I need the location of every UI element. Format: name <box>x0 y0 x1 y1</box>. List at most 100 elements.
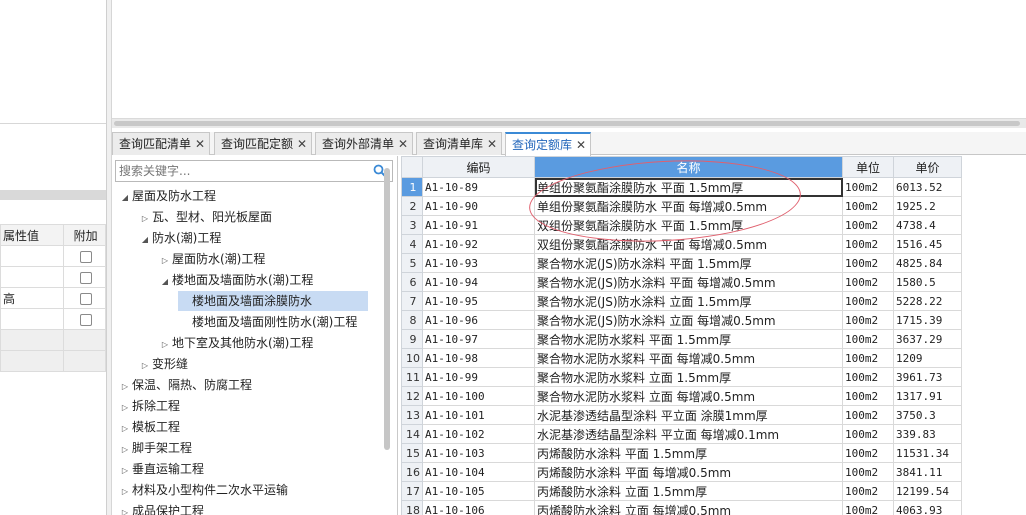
table-row[interactable]: 10 A1-10-98 聚合物水泥防水浆料 平面 每增减0.5mm 100m2 1209 <box>401 348 962 368</box>
unit-cell[interactable]: 100m2 <box>842 500 894 515</box>
scrollbar-thumb[interactable] <box>114 121 1020 126</box>
table-row[interactable]: 8 A1-10-96 聚合物水泥(JS)防水涂料 立面 每增减0.5mm 100m2 1… <box>401 310 962 330</box>
price-cell[interactable]: 5228.22 <box>893 291 962 311</box>
triangle-right-icon[interactable]: ▷ <box>158 251 172 271</box>
tree-node[interactable]: ▷ 地下室及其他防水(潮)工程 <box>158 333 313 353</box>
code-cell[interactable]: A1-10-92 <box>422 234 535 254</box>
tree-node[interactable]: 楼地面及墙面刚性防水(潮)工程 <box>178 312 357 332</box>
tab-2[interactable]: 查询匹配定额 ✕ <box>214 132 313 155</box>
horizontal-scrollbar[interactable] <box>112 118 1026 128</box>
name-cell[interactable]: 聚合物水泥(JS)防水涂料 平面 1.5mm厚 <box>534 253 843 273</box>
unit-cell[interactable]: 100m2 <box>842 405 894 425</box>
name-cell[interactable]: 聚合物水泥防水浆料 立面 每增减0.5mm <box>534 386 843 406</box>
tree-node[interactable]: ◢ 防水(潮)工程 <box>138 228 221 248</box>
price-cell[interactable]: 3637.29 <box>893 329 962 349</box>
price-cell[interactable]: 6013.52 <box>893 177 962 197</box>
triangle-down-icon[interactable]: ◢ <box>138 230 152 250</box>
row-number[interactable]: 15 <box>401 443 423 463</box>
triangle-right-icon[interactable]: ▷ <box>118 419 132 439</box>
code-cell[interactable]: A1-10-100 <box>422 386 535 406</box>
tree-node[interactable]: ▷ 瓦、型材、阳光板屋面 <box>138 207 272 227</box>
row-number[interactable]: 14 <box>401 424 423 444</box>
code-cell[interactable]: A1-10-89 <box>422 177 535 197</box>
name-cell[interactable]: 聚合物水泥(JS)防水涂料 平面 每增减0.5mm <box>534 272 843 292</box>
code-cell[interactable]: A1-10-95 <box>422 291 535 311</box>
tree-scrollbar[interactable] <box>384 168 390 450</box>
search-input[interactable] <box>116 161 366 181</box>
table-row[interactable]: 13 A1-10-101 水泥基渗透结晶型涂料 平立面 涂膜1mm厚 100m2 375… <box>401 405 962 425</box>
table-row[interactable]: 18 A1-10-106 丙烯酸防水涂料 立面 每增减0.5mm 100m2 4063.… <box>401 500 962 515</box>
table-row[interactable]: 7 A1-10-95 聚合物水泥(JS)防水涂料 立面 1.5mm厚 100m2 522… <box>401 291 962 311</box>
tree-node[interactable]: ▷ 屋面防水(潮)工程 <box>158 249 265 269</box>
code-cell[interactable]: A1-10-105 <box>422 481 535 501</box>
table-row[interactable]: 11 A1-10-99 聚合物水泥防水浆料 立面 1.5mm厚 100m2 3961.7… <box>401 367 962 387</box>
table-row[interactable]: 4 A1-10-92 双组份聚氨酯涂膜防水 平面 每增减0.5mm 100m2 1516… <box>401 234 962 254</box>
code-cell[interactable]: A1-10-104 <box>422 462 535 482</box>
extra-checkbox[interactable] <box>79 250 92 263</box>
row-number[interactable]: 10 <box>401 348 423 368</box>
unit-cell[interactable]: 100m2 <box>842 424 894 444</box>
row-number[interactable]: 5 <box>401 253 423 273</box>
code-cell[interactable]: A1-10-94 <box>422 272 535 292</box>
column-header-name[interactable]: 名称 <box>534 156 843 178</box>
unit-cell[interactable]: 100m2 <box>842 310 894 330</box>
close-icon[interactable]: ✕ <box>195 133 205 155</box>
price-cell[interactable]: 3750.3 <box>893 405 962 425</box>
property-value[interactable] <box>0 329 65 351</box>
table-row[interactable]: 15 A1-10-103 丙烯酸防水涂料 平面 1.5mm厚 100m2 11531.3… <box>401 443 962 463</box>
price-cell[interactable]: 1209 <box>893 348 962 368</box>
row-number[interactable]: 13 <box>401 405 423 425</box>
unit-cell[interactable]: 100m2 <box>842 367 894 387</box>
property-value[interactable] <box>0 245 65 267</box>
row-number[interactable]: 2 <box>401 196 423 216</box>
triangle-down-icon[interactable]: ◢ <box>158 272 172 292</box>
name-cell[interactable]: 聚合物水泥(JS)防水涂料 立面 1.5mm厚 <box>534 291 843 311</box>
row-number[interactable]: 4 <box>401 234 423 254</box>
property-value[interactable]: 高 <box>0 287 65 309</box>
row-number[interactable]: 1 <box>401 177 423 197</box>
tree-node[interactable]: ▷ 垂直运输工程 <box>118 459 204 479</box>
triangle-right-icon[interactable]: ▷ <box>138 209 152 229</box>
name-cell[interactable]: 水泥基渗透结晶型涂料 平立面 每增减0.1mm <box>534 424 843 444</box>
row-number[interactable]: 11 <box>401 367 423 387</box>
tab-3[interactable]: 查询外部清单 ✕ <box>315 132 414 155</box>
unit-cell[interactable]: 100m2 <box>842 272 894 292</box>
price-cell[interactable]: 3961.73 <box>893 367 962 387</box>
table-row[interactable]: 3 A1-10-91 双组份聚氨酯涂膜防水 平面 1.5mm厚 100m2 4738.4 <box>401 215 962 235</box>
name-cell[interactable]: 丙烯酸防水涂料 平面 每增减0.5mm <box>534 462 843 482</box>
column-header-code[interactable]: 编码 <box>422 156 535 178</box>
unit-cell[interactable]: 100m2 <box>842 177 894 197</box>
table-row[interactable]: 17 A1-10-105 丙烯酸防水涂料 立面 1.5mm厚 100m2 12199.5… <box>401 481 962 501</box>
tree-node[interactable]: 楼地面及墙面涂膜防水 <box>178 291 368 311</box>
table-row[interactable]: 6 A1-10-94 聚合物水泥(JS)防水涂料 平面 每增减0.5mm 100m2 1… <box>401 272 962 292</box>
table-row[interactable]: 1 A1-10-89 单组份聚氨酯涂膜防水 平面 1.5mm厚 100m2 6013.5… <box>401 177 962 197</box>
code-cell[interactable]: A1-10-99 <box>422 367 535 387</box>
triangle-right-icon[interactable]: ▷ <box>118 398 132 418</box>
table-row[interactable]: 14 A1-10-102 水泥基渗透结晶型涂料 平立面 每增减0.1mm 100m2 3… <box>401 424 962 444</box>
tree-node[interactable]: ◢ 屋面及防水工程 <box>118 186 216 206</box>
table-row[interactable]: 9 A1-10-97 聚合物水泥防水浆料 平面 1.5mm厚 100m2 3637.29 <box>401 329 962 349</box>
price-cell[interactable]: 339.83 <box>893 424 962 444</box>
price-cell[interactable]: 12199.54 <box>893 481 962 501</box>
price-cell[interactable]: 4825.84 <box>893 253 962 273</box>
row-number[interactable]: 8 <box>401 310 423 330</box>
row-number[interactable]: 17 <box>401 481 423 501</box>
tree-node[interactable]: ▷ 拆除工程 <box>118 396 180 416</box>
name-cell[interactable]: 单组份聚氨酯涂膜防水 平面 1.5mm厚 <box>534 177 843 197</box>
price-cell[interactable]: 1580.5 <box>893 272 962 292</box>
code-cell[interactable]: A1-10-90 <box>422 196 535 216</box>
name-cell[interactable]: 双组份聚氨酯涂膜防水 平面 每增减0.5mm <box>534 234 843 254</box>
unit-cell[interactable]: 100m2 <box>842 196 894 216</box>
tree-node[interactable]: ◢ 楼地面及墙面防水(潮)工程 <box>158 270 313 290</box>
unit-cell[interactable]: 100m2 <box>842 386 894 406</box>
price-cell[interactable]: 1925.2 <box>893 196 962 216</box>
unit-cell[interactable]: 100m2 <box>842 329 894 349</box>
table-row[interactable]: 16 A1-10-104 丙烯酸防水涂料 平面 每增减0.5mm 100m2 3841.… <box>401 462 962 482</box>
extra-checkbox[interactable] <box>79 313 92 326</box>
tree-node[interactable]: ▷ 保温、隔热、防腐工程 <box>118 375 252 395</box>
unit-cell[interactable]: 100m2 <box>842 462 894 482</box>
triangle-down-icon[interactable]: ◢ <box>118 188 132 208</box>
unit-cell[interactable]: 100m2 <box>842 234 894 254</box>
unit-cell[interactable]: 100m2 <box>842 481 894 501</box>
name-cell[interactable]: 聚合物水泥(JS)防水涂料 立面 每增减0.5mm <box>534 310 843 330</box>
